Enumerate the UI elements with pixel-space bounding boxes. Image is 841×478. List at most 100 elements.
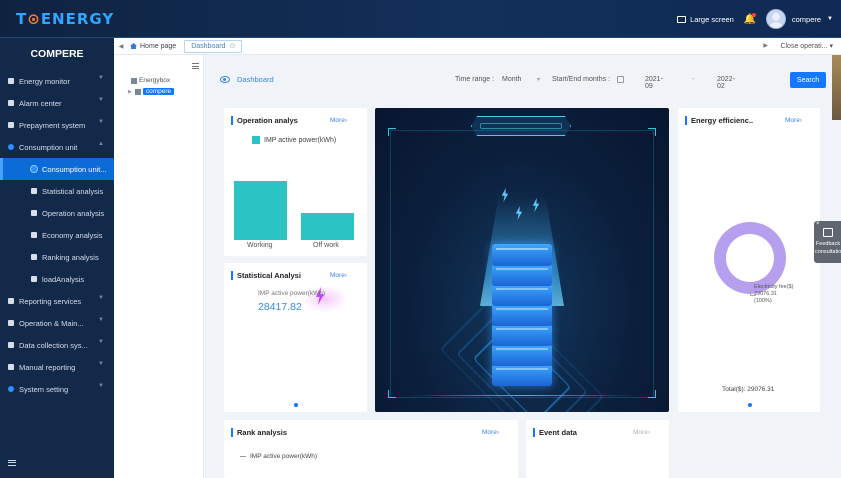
- sidebar-item-label: Data collection sys...: [19, 340, 88, 350]
- sidebar-item-statistical-analysis[interactable]: Statistical analysis: [0, 180, 114, 202]
- table-icon: [31, 188, 37, 194]
- edit-icon: [8, 364, 14, 370]
- sidebar-item-system-setting[interactable]: System setting ▼: [0, 378, 114, 400]
- more-label: More: [330, 272, 345, 279]
- folder-icon: [131, 77, 137, 84]
- sidebar-title: COMPERE: [30, 48, 84, 60]
- feedback-icon: [823, 228, 833, 237]
- legend-line: [240, 455, 246, 458]
- sidebar-item-label: Alarm center: [19, 98, 62, 108]
- tab-home-label: Home page: [140, 42, 177, 50]
- sidebar-item-label: Operation & Main...: [19, 318, 84, 328]
- sidebar-item-load-analysis[interactable]: loadAnalysis: [0, 268, 114, 290]
- sidebar-item-manual-reporting[interactable]: Manual reporting ▼: [0, 356, 114, 378]
- tree-node-energybox[interactable]: Energybox: [131, 77, 170, 84]
- more-link[interactable]: More›: [330, 117, 347, 124]
- sidebar-item-operation-maintenance[interactable]: Operation & Main... ▼: [0, 312, 114, 334]
- more-link[interactable]: More›: [330, 272, 347, 279]
- start-month-input[interactable]: 2021-09: [645, 76, 663, 90]
- more-link[interactable]: More›: [482, 429, 499, 436]
- sidebar-item-prepayment[interactable]: Prepayment system ▼: [0, 114, 114, 136]
- end-month-input[interactable]: 2022-02: [717, 76, 735, 90]
- notification-bell-icon[interactable]: 🔔: [744, 13, 756, 25]
- more-link[interactable]: More›: [785, 117, 802, 124]
- chevron-down-icon: ▼: [98, 339, 104, 345]
- notification-dot: [751, 13, 756, 17]
- sidebar-item-operation-analysis[interactable]: Operation analysis: [0, 202, 114, 224]
- legend-label: IMP active power(kWh): [250, 453, 318, 460]
- feedback-line1: Feedback: [815, 241, 841, 247]
- months-label: Start/End months :: [552, 76, 610, 83]
- close-icon[interactable]: ×: [816, 221, 820, 227]
- bar-label-off-work: Off work: [313, 242, 339, 249]
- calendar-icon: [617, 76, 624, 83]
- username: compere: [791, 14, 822, 24]
- gear-icon: [8, 386, 14, 392]
- collapse-tree-icon[interactable]: [192, 63, 199, 69]
- rank-analysis-card: Rank analysis More› IMP active power(kWh…: [224, 420, 518, 478]
- legend-swatch: [252, 136, 260, 144]
- chart-legend: IMP active power(kWh): [240, 453, 317, 460]
- chevron-right-icon: ▶: [128, 88, 132, 95]
- document-icon: [31, 210, 37, 216]
- sidebar-item-consumption-unit[interactable]: Consumption unit ▲: [0, 136, 114, 158]
- slice-value: 29076.31: [754, 291, 777, 297]
- sidebar-item-economy-analysis[interactable]: Economy analysis: [0, 224, 114, 246]
- card-title: Rank analysis: [231, 428, 287, 437]
- feedback-button[interactable]: × Feedback consultation: [814, 221, 841, 263]
- sidebar-item-data-collection[interactable]: Data collection sys... ▼: [0, 334, 114, 356]
- eye-icon: [220, 76, 230, 83]
- tab-home[interactable]: Home page: [128, 43, 184, 50]
- database-icon: [8, 342, 14, 348]
- search-button[interactable]: Search: [790, 72, 826, 88]
- total-label: Total($):: [722, 386, 746, 393]
- more-label: More: [633, 429, 648, 436]
- sidebar-item-reporting-services[interactable]: Reporting services ▼: [0, 290, 114, 312]
- card-title: Operation analys: [231, 116, 298, 125]
- sidebar-item-label: Economy analysis: [42, 230, 103, 240]
- sidebar-item-label: Consumption unit: [19, 142, 78, 152]
- sidebar-menu: Energy monitor ▼ Alarm center ▼ Prepayment…: [0, 70, 114, 400]
- load-chart-icon: [31, 276, 37, 282]
- tab-dashboard[interactable]: Dashboard ⊙: [184, 39, 243, 53]
- carousel-dot[interactable]: [294, 403, 298, 407]
- user-menu[interactable]: compere ▼: [765, 9, 833, 29]
- frame-corner: [388, 128, 396, 136]
- chevron-down-icon: ▾: [537, 77, 541, 83]
- total-readout: Total($): 29076.31: [722, 386, 774, 393]
- more-link[interactable]: More›: [633, 429, 650, 436]
- bar-chart-icon: [31, 232, 37, 238]
- tree-node-compere[interactable]: ▶ compere: [128, 88, 175, 95]
- event-data-card: Event data More›: [526, 420, 669, 478]
- close-icon[interactable]: ⊙: [229, 42, 235, 50]
- bar-off-work: [301, 213, 354, 240]
- chevron-down-icon: ▼: [98, 361, 104, 367]
- sidebar-item-label: Prepayment system: [19, 120, 86, 130]
- time-range-select[interactable]: Month: [502, 76, 521, 83]
- tab-bar: ◀ Home page Dashboard ⊙ ▶ Close operati..…: [114, 38, 841, 55]
- sidebar-item-energy-monitor[interactable]: Energy monitor ▼: [0, 70, 114, 92]
- tab-scroll-right-icon[interactable]: ▶: [763, 42, 768, 49]
- sidebar-item-consumption-unit-sub[interactable]: Consumption unit...: [0, 158, 114, 180]
- stat-value: 28417.82: [258, 301, 302, 313]
- server-layer: [492, 304, 552, 326]
- avatar: [765, 9, 786, 29]
- close-operations-button[interactable]: Close operati... ▾: [780, 42, 833, 50]
- sidebar-item-ranking-analysis[interactable]: Ranking analysis: [0, 246, 114, 268]
- total-value: 29076.31: [747, 386, 775, 393]
- more-label: More: [330, 117, 345, 124]
- large-screen-button[interactable]: Large screen: [677, 15, 734, 24]
- tree-node-label: Energybox: [139, 77, 171, 84]
- sidebar-item-alarm-center[interactable]: Alarm center ▼: [0, 92, 114, 114]
- tab-scroll-left-icon[interactable]: ◀: [114, 43, 128, 50]
- carousel-dot[interactable]: [748, 403, 752, 407]
- menu-toggle-icon[interactable]: [8, 460, 16, 466]
- energy-efficiency-card: Energy efficienc.. More› Electricity fee…: [678, 108, 820, 412]
- slice-name: Electricity fee($): [754, 284, 794, 290]
- title-badge: [471, 116, 571, 136]
- maintenance-icon: [8, 320, 14, 326]
- wallet-icon: [8, 122, 14, 128]
- chevron-down-icon: ▼: [98, 383, 104, 389]
- top-right-controls: Large screen 🔔 compere ▼: [677, 8, 833, 30]
- frame-corner: [648, 128, 656, 136]
